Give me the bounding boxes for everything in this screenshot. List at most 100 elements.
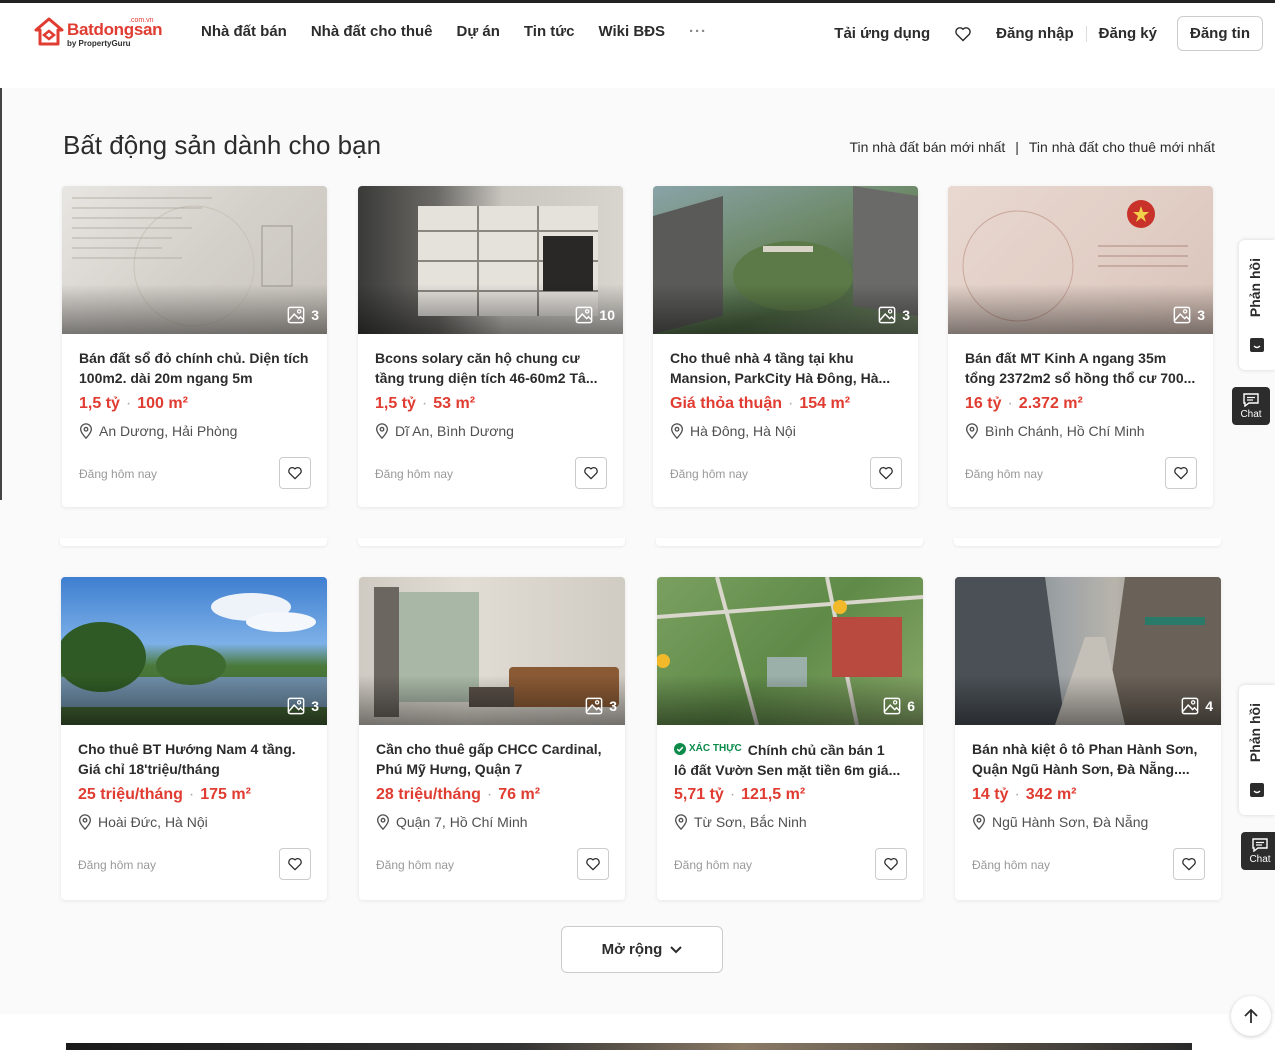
heart-icon [586, 857, 600, 871]
verified-badge: XÁC THỰC [674, 739, 742, 759]
listing-title[interactable]: Bcons solary căn hộ chung cư tầng trung d… [375, 348, 609, 388]
title-line-2: Mansion, ParkCity Hà Đông, Hà... [670, 370, 891, 386]
listing-photo[interactable]: 3 [653, 186, 918, 334]
photo-count: 10 [575, 306, 615, 324]
photo-count-text: 10 [599, 307, 615, 323]
listing-title[interactable]: Bán nhà kiệt ô tô Phan Hành Sơn, Quận Ngũ… [972, 739, 1206, 779]
listing-photo[interactable]: 3 [61, 577, 327, 725]
listing-card[interactable]: 3 Bán đất sổ đỏ chính chủ. Diện tích 100m… [62, 186, 327, 507]
listing-card[interactable]: 3 Cần cho thuê gấp CHCC Cardinal, Phú Mỹ … [359, 577, 625, 900]
title-line-2: lô đất Vườn Sen mặt tiền 6m giá... [674, 762, 901, 778]
listing-card[interactable]: 3 Bán đất MT Kinh A ngang 35m tổng 2372m2… [948, 186, 1213, 507]
area: 175 m² [200, 786, 251, 803]
dot-sep: · [1007, 395, 1013, 412]
favorite-button[interactable] [575, 457, 607, 489]
price: 5,71 tỷ [674, 786, 724, 803]
favorite-button[interactable] [1173, 848, 1205, 880]
listing-title[interactable]: Cho thuê nhà 4 tầng tại khu Mansion, Park… [670, 348, 904, 388]
listing-title[interactable]: Cần cho thuê gấp CHCC Cardinal, Phú Mỹ Hư… [376, 739, 610, 779]
listing-title[interactable]: Bán đất sổ đỏ chính chủ. Diện tích 100m2.… [79, 348, 313, 388]
posted-date: Đăng hôm nay [78, 858, 157, 872]
scroll-to-top-button[interactable] [1231, 996, 1271, 1036]
heart-icon [884, 857, 898, 871]
listing-photo[interactable]: 10 [358, 186, 623, 334]
listing-photo[interactable]: 4 [955, 577, 1221, 725]
register-link[interactable]: Đăng ký [1087, 25, 1169, 42]
card-stack-edge [954, 538, 1221, 546]
nav-more[interactable]: ··· [689, 23, 707, 40]
posted-date: Đăng hôm nay [79, 467, 158, 481]
favorite-button[interactable] [870, 457, 902, 489]
area: 53 m² [433, 395, 476, 412]
title-line-1: Cần cho thuê gấp CHCC Cardinal, [376, 741, 602, 757]
photo-count-text: 3 [609, 698, 617, 714]
posted-date: Đăng hôm nay [376, 858, 455, 872]
card-stack-edge [656, 538, 923, 546]
feedback-tab[interactable]: Phản hồi [1239, 240, 1275, 370]
listing-card[interactable]: 3 Cho thuê nhà 4 tầng tại khu Mansion, Pa… [653, 186, 918, 507]
listing-photo[interactable]: 6 [657, 577, 923, 725]
listing-card[interactable]: 4 Bán nhà kiệt ô tô Phan Hành Sơn, Quận N… [955, 577, 1221, 900]
listing-card[interactable]: 3 Cho thuê BT Hướng Nam 4 tầng. Giá chỉ 1… [61, 577, 327, 900]
title-line-2: tầng trung diện tích 46-60m2 Tâ... [375, 370, 598, 386]
saved-heart-icon[interactable] [942, 26, 984, 42]
location-text: Hà Đông, Hà Nội [690, 423, 796, 439]
photo-count-text: 6 [907, 698, 915, 714]
listing-card[interactable]: 6 XÁC THỰC Chính chủ cần bán 1 lô đất Vườn… [657, 577, 923, 900]
post-listing-button[interactable]: Đăng tin [1177, 16, 1263, 51]
favorite-button[interactable] [279, 457, 311, 489]
title-line-2: Giá chỉ 18'triệu/tháng [78, 761, 220, 777]
price: 28 triệu/tháng [376, 786, 481, 803]
favorite-button[interactable] [279, 848, 311, 880]
listing-photo[interactable]: 3 [948, 186, 1213, 334]
arrow-up-icon [1244, 1008, 1258, 1023]
favorite-button[interactable] [875, 848, 907, 880]
favorite-button[interactable] [577, 848, 609, 880]
location-text: An Dương, Hải Phòng [99, 423, 238, 439]
listing-title[interactable]: XÁC THỰC Chính chủ cần bán 1 lô đất Vườn S… [674, 739, 908, 779]
link-separator: | [1015, 139, 1019, 155]
photo-count-text: 3 [902, 307, 910, 323]
expand-button[interactable]: Mở rộng [561, 926, 723, 973]
chat-button[interactable]: Chat [1232, 387, 1270, 425]
logo[interactable]: .com.vn Batdongsan by PropertyGuru [34, 17, 164, 51]
posted-date: Đăng hôm nay [965, 467, 1044, 481]
next-section-banner [66, 1043, 1192, 1050]
area: 2.372 m² [1018, 395, 1083, 412]
feedback-label: Phản hồi [1247, 258, 1263, 318]
favorite-button[interactable] [1165, 457, 1197, 489]
listing-price-area: Giá thỏa thuận · 154 m² [670, 395, 850, 413]
area: 342 m² [1025, 786, 1077, 803]
feedback-tab[interactable]: Phản hồi [1239, 685, 1275, 815]
location-pin-icon [376, 814, 390, 830]
price: 25 triệu/tháng [78, 786, 183, 803]
photo-count: 3 [878, 306, 910, 324]
dot-sep: · [188, 786, 195, 803]
posted-date: Đăng hôm nay [375, 467, 454, 481]
nav-item-news[interactable]: Tin tức [524, 23, 575, 40]
heart-icon [288, 857, 302, 871]
listing-title[interactable]: Bán đất MT Kinh A ngang 35m tổng 2372m2 s… [965, 348, 1199, 388]
listing-location: Bình Chánh, Hồ Chí Minh [965, 423, 1145, 439]
nav-item-rent[interactable]: Nhà đất cho thuê [311, 23, 433, 40]
card-stack-edge [60, 538, 327, 546]
listing-photo[interactable]: 3 [359, 577, 625, 725]
photo-count: 3 [287, 697, 319, 715]
location-text: Dĩ An, Bình Dương [395, 423, 514, 439]
title-line-1-text: Chính chủ cần bán 1 [747, 742, 885, 758]
nav-item-sale[interactable]: Nhà đất bán [201, 23, 287, 40]
logo-sub: by PropertyGuru [67, 39, 131, 48]
chat-button[interactable]: Chat [1241, 832, 1275, 870]
nav-item-projects[interactable]: Dự án [457, 23, 500, 40]
listing-title[interactable]: Cho thuê BT Hướng Nam 4 tầng. Giá chỉ 18'… [78, 739, 312, 779]
download-app-link[interactable]: Tải ứng dụng [822, 25, 942, 42]
latest-sale-link[interactable]: Tin nhà đất bán mới nhất [849, 139, 1005, 155]
heart-icon [288, 466, 302, 480]
nav-item-wiki[interactable]: Wiki BĐS [598, 23, 665, 40]
image-icon [287, 697, 305, 715]
login-link[interactable]: Đăng nhập [984, 25, 1086, 42]
listing-photo[interactable]: 3 [62, 186, 327, 334]
listing-card[interactable]: 10 Bcons solary căn hộ chung cư tầng trun… [358, 186, 623, 507]
latest-rent-link[interactable]: Tin nhà đất cho thuê mới nhất [1029, 139, 1215, 155]
photo-count-text: 3 [311, 307, 319, 323]
